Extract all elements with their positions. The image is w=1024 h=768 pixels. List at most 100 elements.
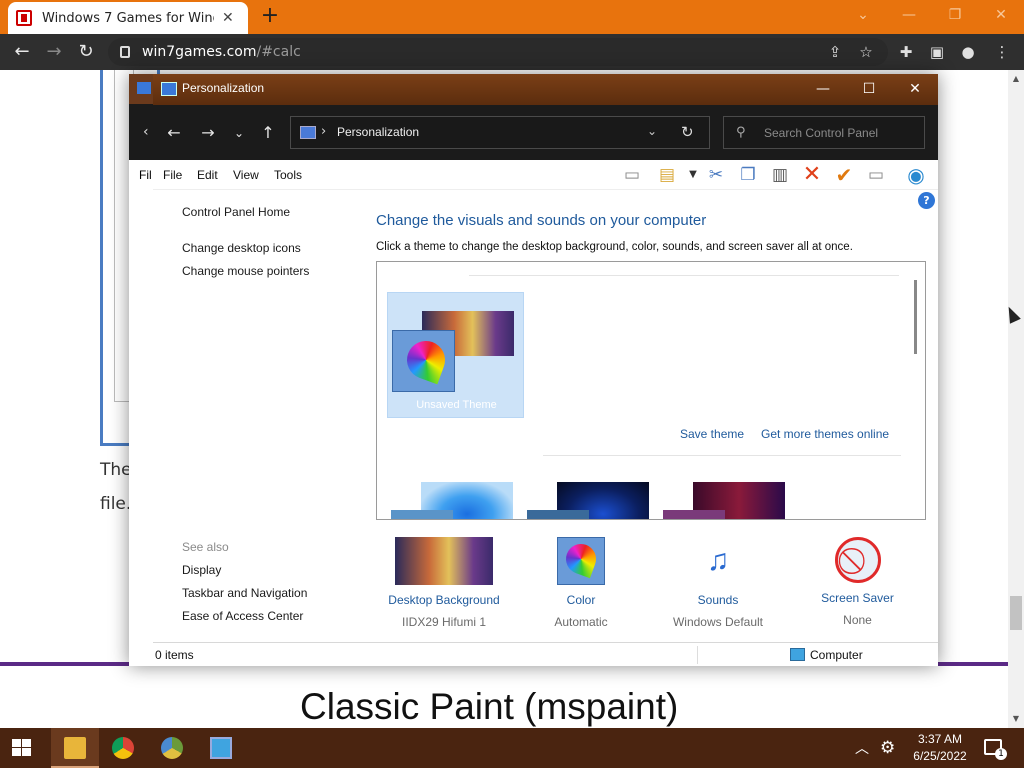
breadcrumb-personalization[interactable]: Personalization [337, 125, 419, 139]
search-input[interactable]: ⚲ Search Control Panel [723, 116, 925, 149]
menu-file[interactable]: File [163, 168, 182, 182]
folder-options-icon[interactable]: ▤ [655, 164, 679, 186]
nav-forward-icon[interactable]: → [197, 123, 219, 143]
url-path: /#calc [256, 44, 301, 60]
minimize-button[interactable]: — [800, 74, 846, 105]
menu-view[interactable]: View [233, 168, 259, 182]
ease-of-access-link[interactable]: Ease of Access Center [182, 609, 303, 623]
folder-options-dropdown-icon[interactable]: ▼ [681, 164, 705, 186]
checkmark-icon[interactable]: ✔ [832, 164, 856, 186]
menu-edit[interactable]: Edit [197, 168, 218, 182]
settings-gear-icon[interactable]: ⚙ [880, 738, 895, 758]
glow-theme-swatch [663, 510, 725, 519]
properties-icon[interactable]: ▭ [864, 164, 888, 186]
recent-locations-chevron-icon[interactable]: ⌄ [228, 123, 250, 143]
nav-up-icon[interactable]: ↑ [257, 123, 279, 143]
side-panel-icon[interactable]: ▣ [927, 42, 947, 62]
help-icon[interactable]: ? [918, 192, 935, 209]
menu-bar: File Edit View Tools ▭ ▤ ▼ ✂ ❐ ▥ ✕ ✔ ▭ ◉ [153, 160, 938, 190]
browser-close-button[interactable]: ✕ [978, 0, 1024, 30]
control-panel-home-link[interactable]: Control Panel Home [182, 205, 290, 219]
breadcrumb-chevron-icon[interactable]: › [321, 124, 326, 139]
forward-arrow-icon[interactable]: → [42, 40, 66, 64]
theme-list-scrollbar[interactable] [914, 280, 917, 354]
browser-menu-icon[interactable]: ⋮ [992, 42, 1012, 62]
browser-tab[interactable]: Windows 7 Games for Windows ✕ [8, 2, 248, 34]
bookmark-star-icon[interactable]: ☆ [856, 42, 876, 62]
sounds-link[interactable]: Sounds [663, 593, 773, 607]
status-bar: 0 items Computer [153, 642, 938, 666]
unsaved-theme-tile[interactable]: Unsaved Theme [387, 292, 524, 418]
sounds-item[interactable]: ♫ Sounds Windows Default [663, 537, 773, 629]
taskbar-chrome-alt[interactable] [148, 728, 196, 768]
folder-icon [64, 737, 86, 759]
page-scrollbar-thumb[interactable] [1010, 596, 1022, 630]
scroll-up-arrow-icon[interactable]: ▲ [1008, 72, 1024, 86]
share-icon[interactable]: ⇪ [825, 42, 845, 62]
back-window-icon [137, 82, 151, 94]
taskbar-control-panel[interactable] [197, 728, 245, 768]
window-titlebar[interactable]: Personalization — ☐ ✕ [153, 74, 938, 105]
system-clock[interactable]: 3:37 AM 6/25/2022 [910, 731, 970, 765]
display-link[interactable]: Display [182, 563, 221, 577]
paste-icon[interactable]: ▥ [768, 164, 792, 186]
profile-avatar-icon[interactable]: ● [958, 42, 978, 62]
back-window-back-icon[interactable]: ‹ [129, 104, 153, 160]
new-tab-button[interactable]: + [258, 4, 282, 28]
color-fan-icon [401, 335, 451, 385]
change-desktop-icons-link[interactable]: Change desktop icons [182, 241, 301, 255]
maximize-button[interactable]: ☐ [846, 74, 892, 105]
tab-close-icon[interactable]: ✕ [222, 10, 234, 26]
browser-tab-strip: Windows 7 Games for Windows ✕ + ⌄ — ❐ ✕ [0, 0, 1024, 34]
taskbar-chrome[interactable] [99, 728, 147, 768]
search-placeholder: Search Control Panel [764, 126, 879, 140]
screen-saver-none-icon: ⃠ [834, 537, 881, 583]
desktop-background-value: IIDX29 Hifumi 1 [401, 615, 487, 629]
get-more-themes-link[interactable]: Get more themes online [761, 427, 889, 441]
save-theme-link[interactable]: Save theme [680, 427, 744, 441]
copy-icon[interactable]: ❐ [736, 164, 760, 186]
layout-pane-icon[interactable]: ▭ [620, 164, 644, 186]
chrome-icon [112, 737, 134, 759]
extensions-puzzle-icon[interactable]: ✚ [896, 42, 916, 62]
address-bar[interactable]: win7games.com /#calc [108, 38, 888, 66]
tray-overflow-chevron-icon[interactable]: ︿ [855, 738, 869, 758]
url-host: win7games.com [142, 44, 257, 60]
start-windows-icon[interactable] [12, 739, 32, 757]
breadcrumb[interactable]: › Personalization ⌄ ↻ [290, 116, 710, 149]
delete-icon[interactable]: ✕ [800, 164, 824, 186]
screen-saver-item[interactable]: ⃠ Screen Saver None [810, 537, 905, 627]
browser-restore-button[interactable]: ❐ [932, 0, 978, 30]
color-thumbnail [557, 537, 605, 585]
taskbar: ︿ ⚙ 3:37 AM 6/25/2022 1 [0, 728, 1024, 768]
close-button[interactable]: ✕ [892, 74, 938, 105]
screen-saver-link[interactable]: Screen Saver [810, 591, 905, 605]
address-dropdown-icon[interactable]: ⌄ [647, 124, 657, 138]
desktop-background-item[interactable]: Desktop Background IIDX29 Hifumi 1 [375, 537, 513, 629]
personalization-app-icon [161, 82, 177, 96]
browser-minimize-button[interactable]: — [886, 0, 932, 30]
clock-date: 6/25/2022 [913, 749, 967, 763]
desktop-background-link[interactable]: Desktop Background [375, 593, 513, 607]
change-mouse-pointers-link[interactable]: Change mouse pointers [182, 264, 309, 278]
color-link[interactable]: Color [536, 593, 626, 607]
back-arrow-icon[interactable]: ← [10, 40, 34, 64]
theme-group-divider [469, 275, 899, 276]
cut-icon[interactable]: ✂ [704, 164, 728, 186]
taskbar-navigation-link[interactable]: Taskbar and Navigation [182, 586, 307, 600]
windows-dark-theme-swatch [527, 510, 589, 519]
refresh-icon[interactable]: ↻ [681, 123, 694, 141]
theme-list[interactable]: Unsaved Theme Save theme Get more themes… [376, 261, 926, 520]
menu-tools[interactable]: Tools [274, 168, 302, 182]
control-panel-icon [210, 737, 232, 759]
reload-icon[interactable]: ↻ [74, 40, 98, 64]
globe-icon[interactable]: ◉ [904, 164, 928, 186]
back-window-menu-file[interactable]: Fil [129, 160, 153, 190]
color-item[interactable]: Color Automatic [536, 537, 626, 629]
item-count: 0 items [155, 648, 194, 662]
tab-search-chevron-icon[interactable]: ⌄ [840, 0, 886, 30]
windows-light-theme-swatch [391, 510, 453, 519]
scroll-down-arrow-icon[interactable]: ▼ [1008, 712, 1024, 726]
nav-back-icon[interactable]: ← [163, 123, 185, 143]
taskbar-file-explorer[interactable] [51, 728, 99, 768]
